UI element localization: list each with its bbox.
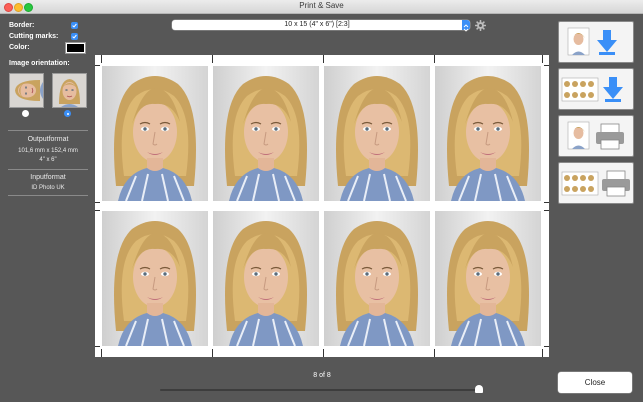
save-sheet-icon <box>561 77 623 102</box>
border-checkbox[interactable] <box>71 22 78 29</box>
cutting-mark <box>544 202 549 203</box>
cutting-marks-checkbox[interactable] <box>71 33 78 40</box>
cutting-mark <box>542 349 543 357</box>
cutting-mark <box>95 65 100 66</box>
orientation-landscape-radio[interactable] <box>22 110 29 117</box>
format-select[interactable]: 10 x 15 (4" x 6") [2:3] <box>172 20 470 32</box>
window-title: Print & Save <box>299 1 344 10</box>
cutting-mark <box>544 65 549 66</box>
save-photo-sheet-button[interactable] <box>558 68 634 110</box>
cutting-mark <box>95 346 100 347</box>
cutting-mark <box>101 349 102 357</box>
format-select-value: 10 x 15 (4" x 6") [2:3] <box>284 21 350 28</box>
cutting-mark <box>544 210 549 211</box>
cutting-mark <box>542 55 543 63</box>
print-single-photo-button[interactable] <box>558 115 634 157</box>
cutting-mark <box>323 349 324 357</box>
landscape-portrait-icon <box>10 74 43 107</box>
orientation-landscape-thumbnail[interactable] <box>9 73 44 108</box>
cutting-mark <box>212 55 213 63</box>
preview-photo <box>324 66 430 201</box>
page-slider-thumb[interactable] <box>475 385 483 393</box>
preview-photo <box>213 66 319 201</box>
preview-photo <box>213 211 319 346</box>
output-size-mm: 101,6 mm x 152,4 mm <box>18 148 78 154</box>
inputformat-heading: Inputformat <box>30 174 66 181</box>
divider <box>8 169 88 170</box>
gear-icon[interactable] <box>475 20 486 31</box>
cutting-mark <box>434 349 435 357</box>
cutting-mark <box>101 55 102 63</box>
checkmark-icon <box>72 23 77 28</box>
preview-photo <box>324 211 430 346</box>
image-orientation-label: Image orientation: <box>9 60 70 67</box>
options-panel: Border: Cutting marks: Color: Image orie… <box>0 14 96 402</box>
cutting-mark <box>544 346 549 347</box>
portrait-photo-icon <box>53 74 86 107</box>
save-single-photo-button[interactable] <box>558 21 634 63</box>
cutting-mark <box>95 202 100 203</box>
print-single-icon <box>567 121 624 150</box>
save-single-icon <box>567 27 617 56</box>
print-preview-sheet <box>95 55 549 357</box>
preview-photo <box>102 66 208 201</box>
cutting-mark <box>434 55 435 63</box>
preview-photo <box>435 211 541 346</box>
title-bar: Print & Save <box>0 0 643 14</box>
page-slider-track[interactable] <box>160 389 480 391</box>
print-sheet-icon <box>561 170 630 197</box>
checkmark-icon <box>72 34 77 39</box>
preview-photo <box>435 66 541 201</box>
output-size-inches: 4" x 6" <box>39 157 57 163</box>
cutting-mark <box>323 55 324 63</box>
divider <box>8 195 88 196</box>
orientation-portrait-radio[interactable] <box>64 110 71 117</box>
input-format-value: ID Photo UK <box>31 185 65 191</box>
divider <box>8 130 88 131</box>
print-photo-sheet-button[interactable] <box>558 162 634 204</box>
orientation-portrait-thumbnail[interactable] <box>52 73 87 108</box>
outputformat-heading: Outputformat <box>27 136 69 143</box>
preview-photo <box>102 211 208 346</box>
cutting-marks-label: Cutting marks: <box>9 33 59 40</box>
page-indicator: 8 of 8 <box>313 372 331 379</box>
close-button[interactable]: Close <box>558 372 632 393</box>
cutting-mark <box>212 349 213 357</box>
chevron-updown-icon <box>462 20 470 32</box>
border-label: Border: <box>9 22 35 29</box>
color-label: Color: <box>9 44 30 51</box>
cutting-mark <box>95 210 100 211</box>
color-well[interactable] <box>65 42 86 54</box>
